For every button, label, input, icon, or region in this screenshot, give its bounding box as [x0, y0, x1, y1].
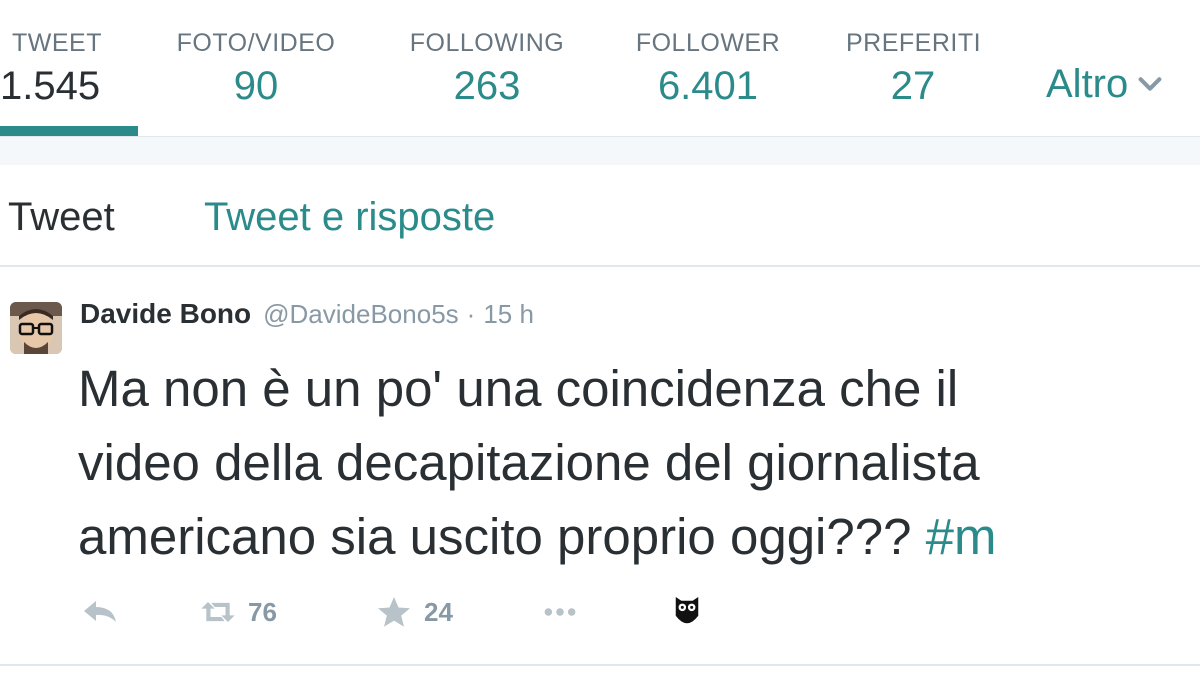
retweet-count: 76	[248, 596, 277, 627]
stat-following[interactable]: FOLLOWING 263	[404, 28, 570, 110]
stat-favorites[interactable]: PREFERITI 27	[846, 28, 982, 110]
tweet-text: Ma non è un po' una coincidenza che il v…	[78, 352, 1200, 574]
retweet-icon	[201, 602, 235, 622]
stat-tweets[interactable]: TWEET 1.545	[0, 28, 112, 110]
section-divider	[0, 136, 1200, 166]
stat-photos-videos-label: FOTO/VIDEO	[176, 29, 336, 57]
stat-photos-videos-value: 90	[233, 64, 279, 108]
tweet-text-line: americano sia uscito proprio oggi??? #m	[78, 500, 1200, 574]
stat-tweets-value: 1.545	[0, 64, 101, 108]
avatar[interactable]	[10, 302, 62, 354]
reply-button[interactable]	[80, 592, 120, 632]
reply-icon	[84, 601, 116, 622]
avatar-image	[10, 302, 62, 354]
tweet-text-line-part: americano sia uscito proprio oggi???	[78, 508, 926, 565]
tweet-header: Davide Bono @DavideBono5s · 15 h	[80, 298, 534, 338]
header-separator: ·	[466, 299, 476, 329]
owl-icon	[675, 597, 699, 624]
hootsuite-button[interactable]	[672, 592, 702, 632]
stat-photos-videos[interactable]: FOTO/VIDEO 90	[170, 28, 342, 110]
favorite-count: 24	[424, 596, 453, 627]
more-dropdown[interactable]: Altro	[1046, 60, 1164, 108]
more-actions-button[interactable]	[540, 592, 580, 632]
tweet-author-name[interactable]: Davide Bono	[80, 298, 251, 330]
stat-tweets-label: TWEET	[12, 29, 102, 57]
hashtag-link[interactable]: #m	[926, 508, 997, 565]
stat-following-label: FOLLOWING	[409, 29, 565, 57]
more-dropdown-label: Altro	[1046, 61, 1129, 106]
tweet-item[interactable]: Davide Bono @DavideBono5s · 15 h Ma non …	[0, 268, 1200, 664]
tweet-divider	[0, 664, 1200, 666]
stat-favorites-label: PREFERITI	[846, 29, 982, 57]
chevron-down-icon	[1138, 77, 1162, 91]
stat-favorites-value: 27	[890, 64, 936, 108]
tweet-author-handle[interactable]: @DavideBono5s	[263, 299, 459, 330]
active-tab-underline	[0, 126, 138, 136]
stat-followers[interactable]: FOLLOWER 6.401	[630, 28, 786, 110]
tweet-timestamp[interactable]: 15 h	[483, 299, 534, 330]
tweet-text-line: video della decapitazione del giornalist…	[78, 434, 980, 491]
timeline-tabs: Tweet Tweet e risposte	[0, 165, 1200, 267]
star-icon	[378, 597, 410, 627]
tab-tweets-and-replies[interactable]: Tweet e risposte	[204, 193, 495, 241]
stat-followers-value: 6.401	[657, 64, 759, 108]
stat-followers-label: FOLLOWER	[635, 29, 781, 57]
retweet-button[interactable]: 76	[198, 592, 277, 632]
tweet-text-line: Ma non è un po' una coincidenza che il	[78, 360, 959, 417]
favorite-button[interactable]: 24	[374, 592, 453, 632]
more-dots-icon	[544, 608, 576, 616]
stat-following-value: 263	[453, 64, 521, 108]
tab-tweets[interactable]: Tweet	[8, 193, 115, 241]
profile-stats-nav: TWEET 1.545 FOTO/VIDEO 90 FOLLOWING 263 …	[0, 0, 1200, 136]
